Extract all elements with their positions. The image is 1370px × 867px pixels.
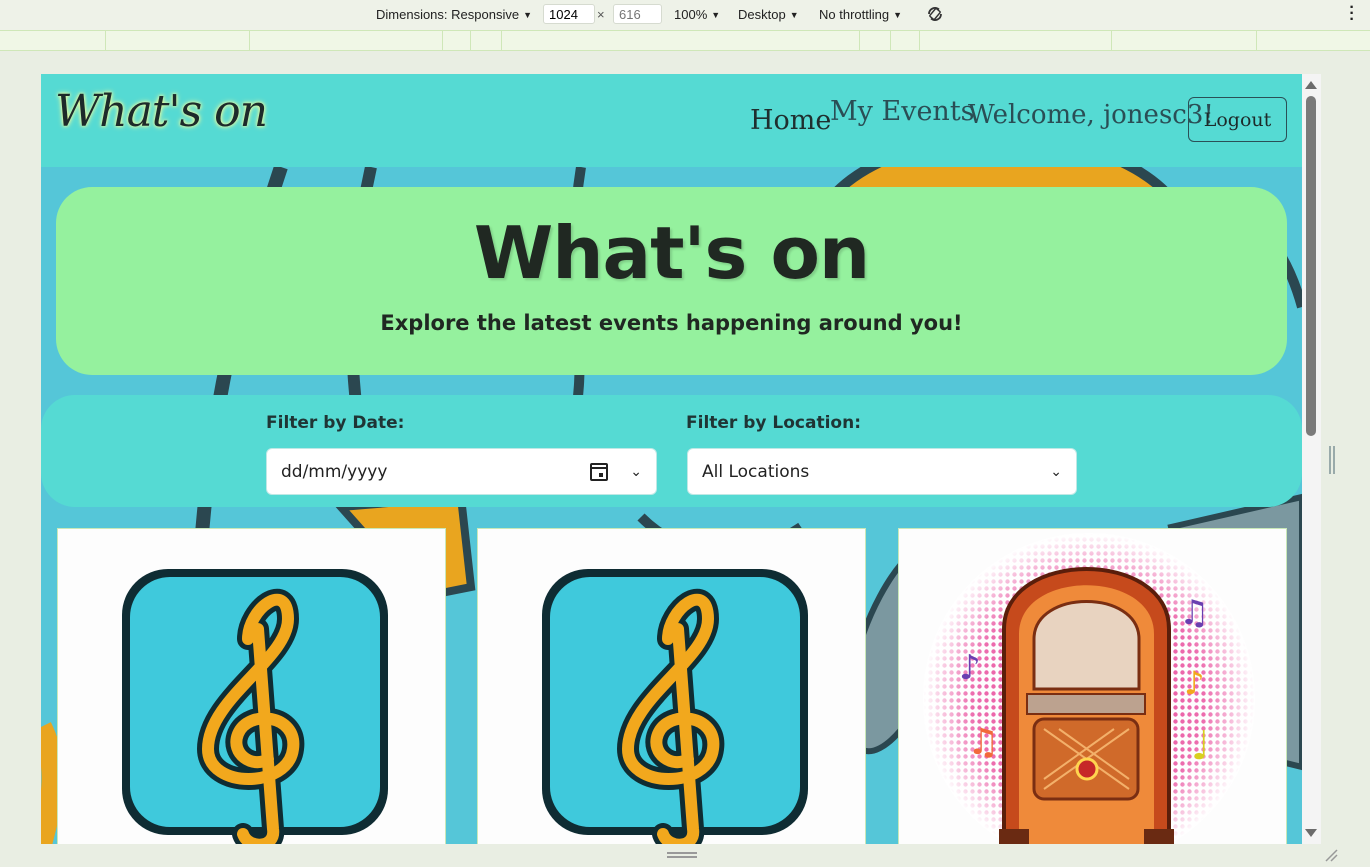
zoom-label: 100% [674,7,708,22]
caret-down-icon: ▼ [523,9,532,20]
chevron-down-icon[interactable]: ⌄ [630,464,642,480]
event-card[interactable]: ♪ ♫ ♫ ♪ ♩ [898,528,1287,844]
svg-text:♫: ♫ [967,722,999,763]
location-filter-select[interactable]: All Locations ⌄ [687,448,1077,495]
device-label: Desktop [738,7,786,22]
times-sign: × [597,7,605,22]
calendar-icon[interactable] [590,462,609,481]
caret-down-icon: ▼ [893,9,903,20]
hero-subtitle: Explore the latest events happening arou… [380,311,963,335]
event-card[interactable] [477,528,866,844]
height-input[interactable] [613,4,662,24]
scroll-up-arrow-icon[interactable] [1305,81,1317,89]
hero-banner: What's on Explore the latest events happ… [56,187,1287,375]
scrollbar-thumb[interactable] [1306,96,1316,436]
treble-clef-icon [542,569,808,844]
svg-text:♩: ♩ [1191,723,1210,769]
throttling-label: No throttling [819,7,890,22]
caret-down-icon: ▼ [711,9,721,20]
resize-handle-right[interactable] [1329,446,1335,474]
nav-my-events-link[interactable]: My Events [830,96,975,127]
dimensions-label: Dimensions: Responsive [376,7,520,22]
rotate-icon[interactable] [925,4,945,24]
location-filter-label: Filter by Location: [686,413,861,433]
device-dropdown[interactable]: Desktop ▼ [738,7,799,22]
brand-logo[interactable]: What's on [55,86,268,137]
filter-bar: Filter by Date: dd/mm/yyyy ⌄ Filter by L… [41,395,1302,507]
welcome-text: Welcome, jonesc3! [968,100,1214,130]
hero-title: What's on [473,211,870,295]
scroll-down-arrow-icon[interactable] [1305,829,1317,837]
media-query-ruler [0,30,1370,51]
event-card[interactable] [57,528,446,844]
jukebox-illustration: ♪ ♫ ♫ ♪ ♩ [923,533,1255,844]
treble-clef-icon [122,569,388,844]
resize-handle-bottom[interactable] [667,852,697,858]
page-viewport: What's on Home My Events Welcome, jonesc… [41,74,1302,844]
devtools-toolbar: Dimensions: Responsive ▼ × 100% ▼ Deskto… [0,0,1370,30]
navbar: What's on Home My Events Welcome, jonesc… [41,74,1302,167]
logout-button[interactable]: Logout [1188,97,1287,142]
page-scrollbar[interactable] [1302,74,1321,844]
nav-home-link[interactable]: Home [750,105,831,136]
date-filter-input[interactable]: dd/mm/yyyy ⌄ [266,448,657,495]
resize-handle-corner-icon[interactable] [1324,848,1338,862]
caret-down-icon: ▼ [789,9,799,20]
date-placeholder: dd/mm/yyyy [281,461,388,482]
svg-text:♪: ♪ [1184,664,1204,702]
width-input[interactable] [543,4,595,24]
location-selected-value: All Locations [702,461,810,482]
throttling-dropdown[interactable]: No throttling ▼ [819,7,902,22]
svg-text:♫: ♫ [1179,593,1209,633]
kebab-menu-icon[interactable]: · · · [1348,0,1356,28]
date-filter-label: Filter by Date: [266,413,405,433]
svg-text:♪: ♪ [959,648,981,688]
zoom-dropdown[interactable]: 100% ▼ [674,7,720,22]
dimensions-dropdown[interactable]: Dimensions: Responsive ▼ [376,7,532,22]
chevron-down-icon: ⌄ [1050,463,1062,480]
